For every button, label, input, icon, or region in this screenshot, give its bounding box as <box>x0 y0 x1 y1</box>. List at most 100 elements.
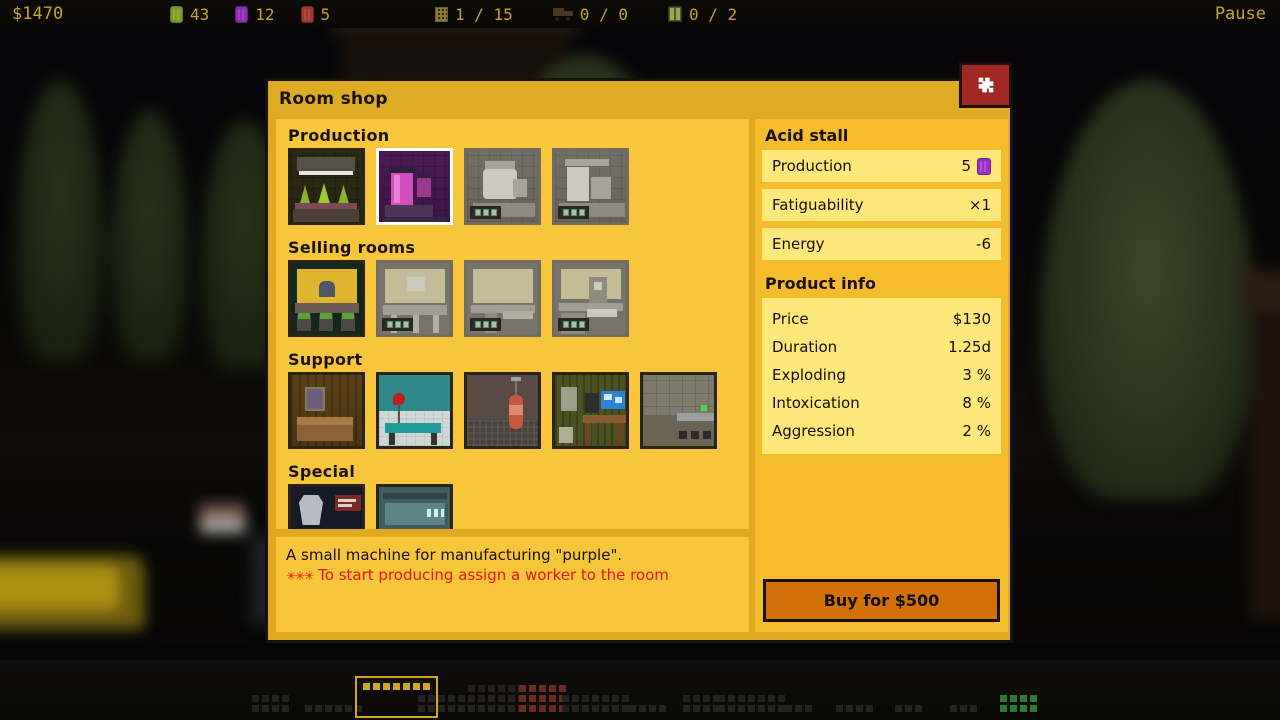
building-cell <box>572 705 579 712</box>
counter-buildings-value: 1 / 15 <box>455 4 513 24</box>
building-slot-4[interactable] <box>418 695 475 712</box>
building-slot-8[interactable] <box>629 705 666 712</box>
room-thumb-vending-counter[interactable] <box>552 260 629 337</box>
red-brick-icon <box>300 5 314 23</box>
building-slot-1[interactable] <box>252 695 289 712</box>
building-cell <box>758 695 765 702</box>
building-cell <box>262 705 269 712</box>
weed-brick-icon <box>170 5 183 23</box>
hud-bar: $1470 43 12 5 1 / 15 0 / 0 0 / 2 Pause <box>0 0 1280 28</box>
building-slot-15[interactable] <box>1000 695 1037 712</box>
room-thumb-lab-tank-room[interactable] <box>464 148 541 225</box>
building-cell <box>718 695 725 702</box>
value: $130 <box>952 310 991 328</box>
building-slot-2[interactable] <box>305 705 362 712</box>
thumb-art <box>291 263 362 334</box>
building-slot-6[interactable] <box>519 685 566 712</box>
building-cell <box>693 705 700 712</box>
truck-icon <box>552 7 573 21</box>
building-cell <box>970 705 977 712</box>
bg-tree-1 <box>15 80 105 360</box>
building-cell <box>383 683 390 690</box>
building-cell <box>778 705 785 712</box>
building-slot-9[interactable] <box>683 695 720 712</box>
building-cell <box>478 705 485 712</box>
window-titlebar: Room shop <box>268 81 1010 116</box>
category-title-support: Support <box>288 350 363 369</box>
building-cell <box>748 705 755 712</box>
room-thumb-medical-room[interactable] <box>376 372 453 449</box>
stat-fatiguability-label: Fatiguability <box>772 196 864 214</box>
building-slot-10[interactable] <box>718 695 785 712</box>
room-thumb-weed-grow-room[interactable] <box>288 148 365 225</box>
building-cell <box>438 705 445 712</box>
room-thumb-acid-stall[interactable] <box>376 148 453 225</box>
room-thumb-gym-room[interactable] <box>464 372 541 449</box>
thumb-art <box>291 151 362 222</box>
building-slot-5[interactable] <box>468 685 525 712</box>
resource-weed: 43 <box>170 5 209 24</box>
building-cell <box>622 705 629 712</box>
thumb-art <box>291 487 362 529</box>
thumb-art <box>379 375 450 446</box>
thumb-art <box>643 375 714 446</box>
room-thumb-lounge-room[interactable] <box>288 372 365 449</box>
building-cell <box>438 695 445 702</box>
building-cell <box>602 695 609 702</box>
building-cell <box>795 705 802 712</box>
building-cell <box>498 705 505 712</box>
building-cell <box>738 695 745 702</box>
building-cell <box>629 705 636 712</box>
room-thumb-server-room[interactable] <box>376 484 453 529</box>
building-cell <box>592 705 599 712</box>
building-cell <box>373 683 380 690</box>
buy-button[interactable]: Buy for $500 <box>763 579 1000 622</box>
room-thumb-storage-room[interactable] <box>640 372 717 449</box>
room-thumb-distillery-room[interactable] <box>552 148 629 225</box>
bg-tree-big-right <box>1040 80 1255 500</box>
building-cell <box>1000 695 1007 702</box>
category-row-support <box>276 372 749 455</box>
room-thumb-bar-counter[interactable] <box>376 260 453 337</box>
description-box: A small machine for manufacturing "purpl… <box>276 537 749 632</box>
price-badge <box>558 318 589 331</box>
building-cell <box>612 705 619 712</box>
building-slot-12[interactable] <box>836 705 873 712</box>
room-thumb-security-room[interactable] <box>288 484 365 529</box>
warning-marker-icon: ✳✳✳ <box>286 569 314 583</box>
building-cell <box>458 695 465 702</box>
resource-red: 5 <box>300 5 330 24</box>
building-slot-11[interactable] <box>785 705 812 712</box>
pause-button[interactable]: Pause <box>1215 4 1266 24</box>
label: Price <box>772 310 809 328</box>
building-cell <box>768 705 775 712</box>
building-cell <box>1010 705 1017 712</box>
price-badge <box>558 206 589 219</box>
close-button[interactable] <box>959 62 1012 108</box>
building-cell <box>325 705 332 712</box>
building-slot-7[interactable] <box>562 695 629 712</box>
building-cell <box>693 695 700 702</box>
building-cell <box>428 695 435 702</box>
room-thumb-street-shop[interactable] <box>288 260 365 337</box>
building-cell <box>488 695 495 702</box>
product-info-table: Price $130 Duration 1.25d Exploding 3 % … <box>762 298 1001 454</box>
room-thumb-kiosk-counter[interactable] <box>464 260 541 337</box>
building-cell <box>468 685 475 692</box>
building-slot-13[interactable] <box>895 705 922 712</box>
counter-buildings: 1 / 15 <box>435 5 513 24</box>
room-thumb-office-room[interactable] <box>552 372 629 449</box>
building-cell <box>519 705 526 712</box>
building-cell <box>549 695 556 702</box>
building-cell <box>282 705 289 712</box>
building-slot-14[interactable] <box>950 705 977 712</box>
building-cell <box>562 705 569 712</box>
counter-group: 1 / 15 0 / 0 0 / 2 <box>435 5 737 24</box>
building-cell <box>649 705 656 712</box>
room-list[interactable]: Production Selling rooms Support Special <box>276 119 749 529</box>
building-cell <box>345 705 352 712</box>
building-cell <box>403 683 410 690</box>
building-cell <box>915 705 922 712</box>
building-cell <box>622 695 629 702</box>
building-cell <box>335 705 342 712</box>
